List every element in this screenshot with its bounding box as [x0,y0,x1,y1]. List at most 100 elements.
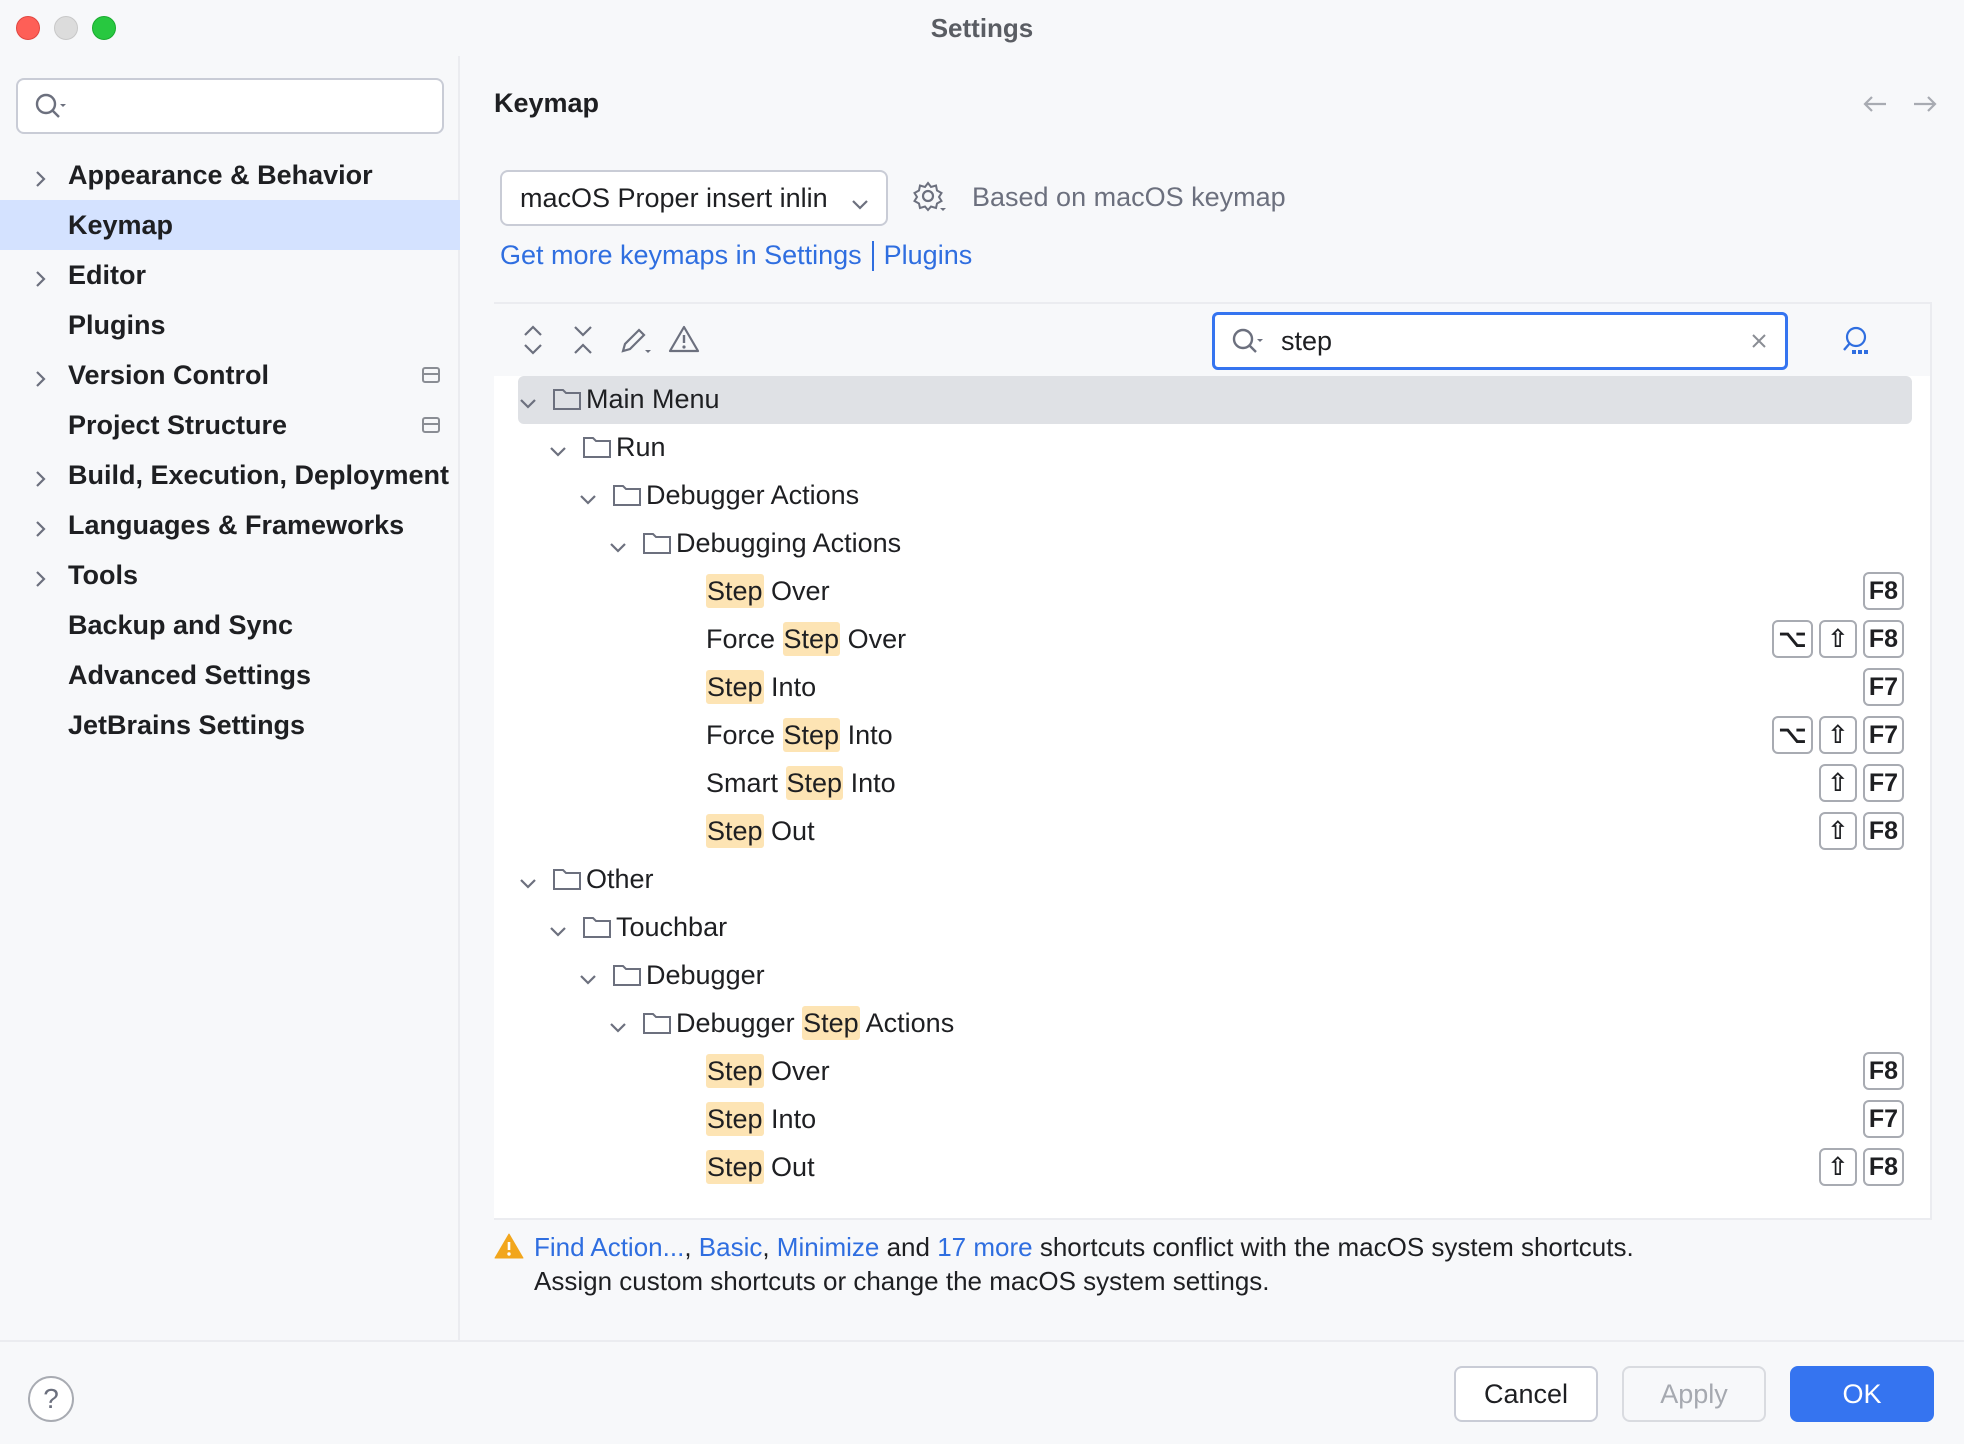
plugins-link[interactable]: Plugins [884,240,973,271]
minimize-window-button[interactable] [54,16,78,40]
sidebar-item-build-execution-deployment[interactable]: Build, Execution, Deployment [0,450,460,500]
back-arrow-icon[interactable] [1860,92,1890,121]
tree-action-row[interactable]: Step Out⇧F8 [494,1144,1932,1192]
sidebar-item-jetbrains-settings[interactable]: JetBrains Settings [0,700,460,750]
chevron-down-icon[interactable] [548,918,568,949]
tree-folder-row[interactable]: Other [494,856,1932,904]
help-button[interactable]: ? [28,1376,74,1422]
conflicts-warning-icon[interactable] [668,324,700,359]
cancel-button[interactable]: Cancel [1454,1366,1598,1422]
tree-action-row[interactable]: Step IntoF7 [494,1096,1932,1144]
tree-node-label: Force Step Into [706,720,893,751]
label-part: Smart [706,768,786,798]
search-match: Step [802,1006,860,1040]
tree-folder-row[interactable]: Debugging Actions [494,520,1932,568]
search-icon [34,92,68,127]
chevron-down-icon[interactable] [608,534,628,565]
chevron-down-icon[interactable] [548,438,568,469]
chevron-right-icon[interactable] [32,515,50,546]
label-part: Force [706,720,783,750]
tree-folder-row[interactable]: Debugger Step Actions [494,1000,1932,1048]
tree-folder-row[interactable]: Debugger Actions [494,472,1932,520]
settings-sidebar: Appearance & Behavior KeymapEditorPlugins… [0,56,460,1340]
sidebar-item-advanced-settings[interactable]: Advanced Settings [0,650,460,700]
tree-action-row[interactable]: Smart Step Into⇧F7 [494,760,1932,808]
settings-search-input[interactable] [16,78,444,134]
tree-action-row[interactable]: Force Step Into⌥⇧F7 [494,712,1932,760]
clear-icon[interactable] [1749,331,1769,356]
project-level-icon [422,367,440,383]
chevron-right-icon[interactable] [32,265,50,296]
label-part: Out [764,816,815,846]
chevron-down-icon[interactable] [518,870,538,901]
close-window-button[interactable] [16,16,40,40]
key-cap: ⇧ [1819,620,1857,658]
get-more-keymaps-link[interactable]: Get more keymaps in Settings [500,240,862,271]
sidebar-item-label: Backup and Sync [68,610,293,641]
chevron-down-icon[interactable] [578,486,598,517]
edit-shortcut-icon[interactable] [618,324,652,361]
key-cap: F7 [1863,716,1904,754]
sidebar-item-project-structure[interactable]: Project Structure [0,400,460,450]
chevron-down-icon [850,190,870,221]
tree-action-row[interactable]: Step OverF8 [494,1048,1932,1096]
sidebar-item-keymap[interactable]: Keymap [0,200,460,250]
tree-action-row[interactable]: Step OverF8 [494,568,1932,616]
forward-arrow-icon[interactable] [1910,92,1940,121]
chevron-down-icon[interactable] [518,390,538,421]
keymap-links: Get more keymaps in Settings Plugins [500,240,972,271]
maximize-window-button[interactable] [92,16,116,40]
search-match: Step [706,1102,764,1136]
search-match: Step [706,574,764,608]
tree-folder-row[interactable]: Touchbar [494,904,1932,952]
chevron-right-icon[interactable] [32,365,50,396]
folder-icon [642,530,672,563]
chevron-down-icon[interactable] [578,966,598,997]
search-icon [1231,327,1265,362]
sidebar-item-backup-and-sync[interactable]: Backup and Sync [0,600,460,650]
keymap-tree: Main MenuRunDebugger Actions Debugging Ac… [494,376,1932,1192]
key-cap: ⌥ [1772,620,1813,658]
sidebar-item-appearance-behavior[interactable]: Appearance & Behavior [0,150,460,200]
tree-action-row[interactable]: Step Out⇧F8 [494,808,1932,856]
chevron-right-icon[interactable] [32,565,50,596]
tree-node-label: Step Into [706,1104,816,1135]
based-on-label: Based on macOS keymap [972,182,1286,213]
search-match: Step [783,718,841,752]
keymap-dropdown[interactable]: macOS Proper insert inlin [500,170,888,226]
sidebar-item-plugins[interactable]: Plugins [0,300,460,350]
find-action-link[interactable]: Find Action... [534,1232,684,1262]
tree-folder-row[interactable]: Run [494,424,1932,472]
tree-folder-row[interactable]: Main Menu [518,376,1912,424]
minimize-link[interactable]: Minimize [777,1232,880,1262]
sidebar-item-version-control[interactable]: Version Control [0,350,460,400]
tree-folder-row[interactable]: Debugger [494,952,1932,1000]
tree-action-row[interactable]: Step IntoF7 [494,664,1932,712]
chevron-right-icon[interactable] [32,165,50,196]
more-conflicts-link[interactable]: 17 more [937,1232,1032,1262]
ok-button[interactable]: OK [1790,1366,1934,1422]
title-bar: Settings [0,0,1964,56]
window-controls [16,16,116,40]
folder-icon [552,866,582,899]
gear-icon[interactable] [912,180,948,221]
label-part: Into [764,1104,817,1134]
sidebar-item-editor[interactable]: Editor [0,250,460,300]
chevron-right-icon[interactable] [32,465,50,496]
collapse-all-icon[interactable] [568,324,598,361]
keymap-filter-input[interactable]: step [1212,312,1788,370]
tree-node-label: Step Over [706,1056,830,1087]
find-by-shortcut-icon[interactable] [1840,324,1874,363]
dialog-footer: ? Cancel Apply OK [0,1340,1964,1444]
basic-link[interactable]: Basic [699,1232,763,1262]
sidebar-item-tools[interactable]: Tools [0,550,460,600]
sidebar-item-label: Build, Execution, Deployment [68,460,449,491]
sidebar-item-languages-frameworks[interactable]: Languages & Frameworks [0,500,460,550]
apply-button[interactable]: Apply [1622,1366,1766,1422]
tree-action-row[interactable]: Force Step Over⌥⇧F8 [494,616,1932,664]
tree-node-label: Debugging Actions [676,528,901,559]
expand-all-icon[interactable] [518,324,548,361]
chevron-down-icon[interactable] [608,1014,628,1045]
sidebar-item-label: Appearance & Behavior [68,160,373,191]
window-title: Settings [931,13,1034,44]
